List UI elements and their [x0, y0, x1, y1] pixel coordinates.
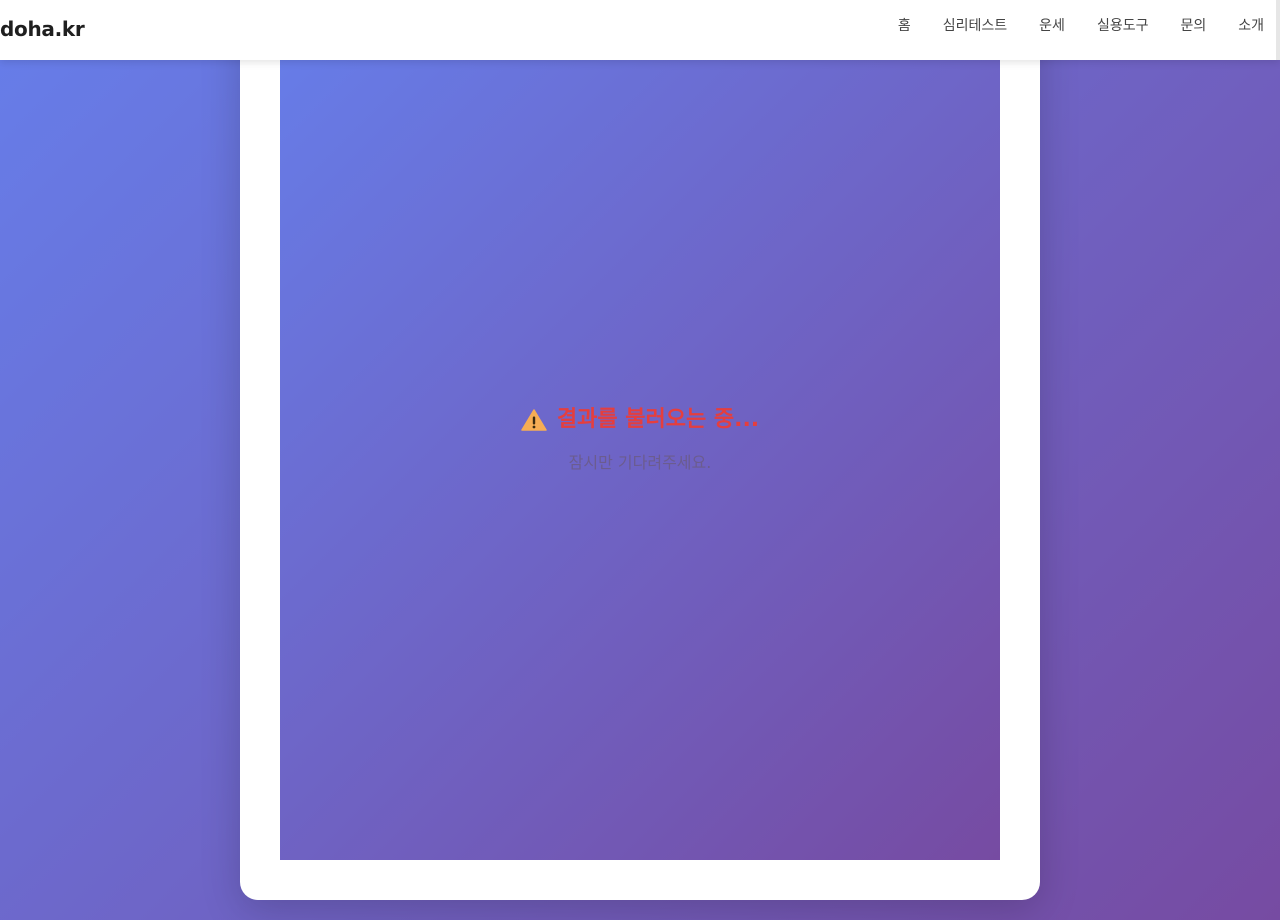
status-title: 결과를 불러오는 중...	[556, 407, 760, 432]
status-title-row: 결과를 불러오는 중...	[521, 404, 759, 436]
warning-icon	[521, 408, 547, 432]
nav-item-about[interactable]: 소개	[1238, 16, 1264, 36]
result-card: 결과를 불러오는 중... 잠시만 기다려주세요.	[240, 0, 1040, 900]
nav-item-home[interactable]: 홈	[898, 16, 911, 36]
status-subtitle: 잠시만 기다려주세요.	[568, 453, 712, 472]
loading-status: 결과를 불러오는 중... 잠시만 기다려주세요.	[280, 404, 1000, 474]
site-logo[interactable]: doha.kr	[0, 17, 85, 41]
nav-item-contact[interactable]: 문의	[1180, 16, 1206, 36]
result-panel: 결과를 불러오는 중... 잠시만 기다려주세요.	[280, 0, 1000, 860]
nav-item-psych-test[interactable]: 심리테스트	[943, 16, 1007, 36]
nav-item-fortune[interactable]: 운세	[1039, 16, 1065, 36]
site-header: doha.kr 홈 심리테스트 운세 실용도구 문의 소개	[0, 0, 1280, 60]
scrollbar-edge[interactable]	[1276, 0, 1280, 60]
main-nav: 홈 심리테스트 운세 실용도구 문의 소개	[898, 16, 1264, 36]
nav-item-tools[interactable]: 실용도구	[1097, 16, 1149, 36]
